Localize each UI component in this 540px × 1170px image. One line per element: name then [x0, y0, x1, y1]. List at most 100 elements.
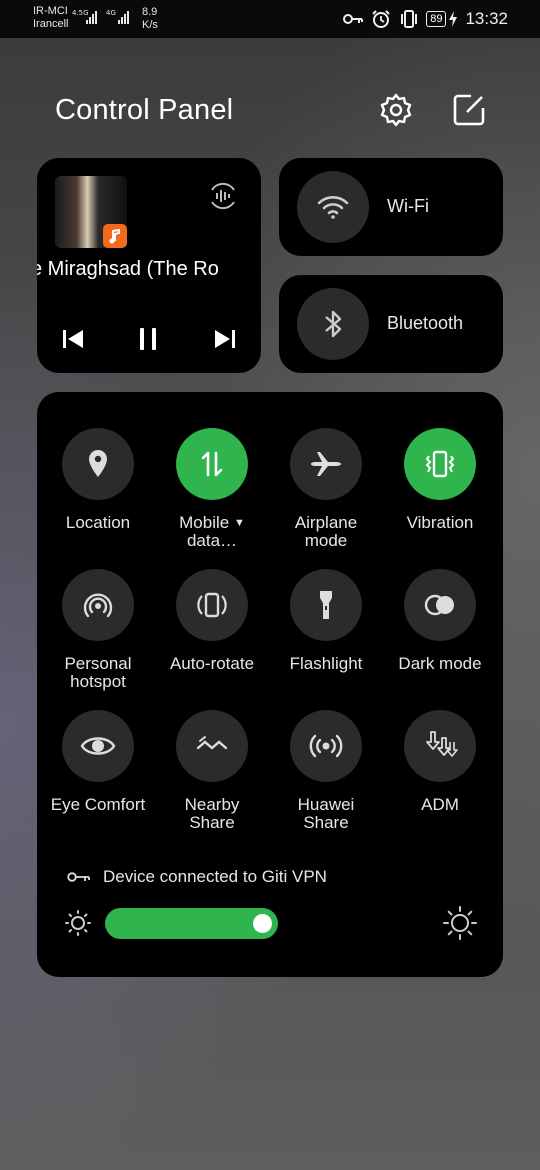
- hotspot-label: Personal hotspot: [41, 655, 155, 691]
- status-bar: IR-MCI Irancell 4.5G 4G 8.9 K/s 89 13:32: [0, 0, 540, 38]
- vibration-circle[interactable]: [404, 428, 476, 500]
- eye-comfort-toggle[interactable]: Eye Comfort: [41, 710, 155, 814]
- huawei-share-toggle[interactable]: Huawei Share: [269, 710, 383, 832]
- dropdown-arrow-icon[interactable]: ▼: [234, 517, 245, 529]
- music-app-icon: [103, 224, 127, 248]
- auto-rotate-circle[interactable]: [176, 569, 248, 641]
- battery-indicator: 89: [426, 11, 458, 27]
- wifi-tile[interactable]: Wi-Fi: [279, 158, 503, 256]
- battery-level: 89: [426, 11, 447, 27]
- next-track-button[interactable]: [207, 322, 241, 356]
- auto-rotate-label: Auto-rotate: [155, 655, 269, 673]
- rotate-icon: [197, 592, 227, 618]
- airplane-label: Airplane mode: [269, 514, 383, 550]
- mobile-data-circle[interactable]: [176, 428, 248, 500]
- flashlight-toggle[interactable]: Flashlight: [269, 569, 383, 673]
- brightness-slider[interactable]: [105, 908, 278, 939]
- vibration-icon: [425, 450, 455, 478]
- mobile-data-icon: [201, 451, 223, 477]
- signal-icon: 4G: [106, 9, 129, 24]
- nearby-share-label: Nearby Share: [155, 796, 269, 832]
- flashlight-label: Flashlight: [269, 655, 383, 673]
- location-text: Location: [65, 513, 131, 532]
- speed-value: 8.9: [142, 6, 158, 18]
- mobile-data-toggle[interactable]: Mobile ▼ data…: [155, 428, 269, 550]
- carrier-2: Irancell: [33, 18, 69, 30]
- adm-circle[interactable]: [404, 710, 476, 782]
- vpn-key-icon: [343, 14, 364, 24]
- song-title: e Miraghsad (The Ro: [37, 258, 261, 288]
- bluetooth-label: Bluetooth: [387, 313, 464, 333]
- media-player-card[interactable]: e Miraghsad (The Ro: [37, 158, 261, 373]
- download-arrows-icon: [426, 731, 458, 757]
- wifi-icon: [317, 196, 349, 219]
- page-title: Control Panel: [55, 94, 234, 126]
- hotspot-toggle[interactable]: Personal hotspot: [41, 569, 155, 691]
- airplane-text-2: mode: [304, 531, 348, 550]
- hotspot-icon: [83, 593, 113, 618]
- key-icon: [67, 872, 90, 882]
- flashlight-circle[interactable]: [290, 569, 362, 641]
- audio-output-icon[interactable]: [205, 178, 241, 214]
- wifi-label: Wi-Fi: [387, 196, 429, 216]
- airplane-circle[interactable]: [290, 428, 362, 500]
- nearby-share-toggle[interactable]: Nearby Share: [155, 710, 269, 832]
- previous-track-button[interactable]: [57, 322, 91, 356]
- adm-text: ADM: [421, 795, 459, 814]
- location-pin-icon: [89, 450, 107, 477]
- vibration-status-icon: [401, 10, 418, 28]
- adm-toggle[interactable]: ADM: [383, 710, 497, 814]
- vibration-label: Vibration: [383, 514, 497, 532]
- airplane-icon: [311, 452, 341, 476]
- dark-mode-circle[interactable]: [404, 569, 476, 641]
- bluetooth-toggle[interactable]: [297, 288, 369, 360]
- brightness-slider-thumb[interactable]: [253, 914, 272, 933]
- pause-button[interactable]: [131, 322, 165, 356]
- dark-mode-toggle[interactable]: Dark mode: [383, 569, 497, 673]
- airplane-mode-toggle[interactable]: Airplane mode: [269, 428, 383, 550]
- bluetooth-tile[interactable]: Bluetooth: [279, 275, 503, 373]
- network-type-1: 4.5G: [72, 9, 89, 17]
- alarm-icon: [372, 10, 390, 28]
- vibration-toggle[interactable]: Vibration: [383, 428, 497, 532]
- auto-rotate-toggle[interactable]: Auto-rotate: [155, 569, 269, 673]
- hotspot-circle[interactable]: [62, 569, 134, 641]
- dark-mode-text: Dark mode: [398, 654, 482, 673]
- mobile-data-text-2: data…: [186, 531, 238, 550]
- mobile-data-label: Mobile ▼ data…: [155, 514, 269, 550]
- nearby-text-2: Share: [189, 813, 235, 832]
- location-toggle[interactable]: Location: [41, 428, 155, 532]
- auto-rotate-text: Auto-rotate: [169, 654, 255, 673]
- network-type-2: 4G: [106, 9, 116, 17]
- status-time: 13:32: [465, 9, 508, 28]
- eye-icon: [80, 737, 116, 755]
- adm-label: ADM: [383, 796, 497, 814]
- status-icons: 89 13:32: [342, 8, 508, 30]
- dark-mode-label: Dark mode: [383, 655, 497, 673]
- huawei-share-circle[interactable]: [290, 710, 362, 782]
- hotspot-text-1: Personal: [64, 654, 132, 673]
- location-label: Location: [41, 514, 155, 532]
- gear-icon[interactable]: [378, 92, 414, 128]
- huawei-text-1: Huawei: [297, 795, 355, 814]
- signal-icon: 4.5G: [72, 9, 97, 24]
- broadcast-icon: [309, 734, 343, 758]
- huawei-text-2: Share: [303, 813, 349, 832]
- airplane-text-1: Airplane: [294, 513, 358, 532]
- edit-icon[interactable]: [451, 92, 487, 128]
- network-speed: 8.9 K/s: [142, 6, 158, 32]
- speed-unit: K/s: [142, 19, 158, 31]
- quick-settings-panel: Location Mobile ▼ data… Airplane mode Vi…: [37, 392, 503, 977]
- nearby-share-circle[interactable]: [176, 710, 248, 782]
- eye-comfort-text: Eye Comfort: [50, 795, 146, 814]
- flashlight-text: Flashlight: [289, 654, 363, 673]
- carrier-info: IR-MCI Irancell: [33, 5, 68, 31]
- brightness-high-icon: [443, 906, 477, 940]
- bluetooth-icon: [325, 310, 342, 338]
- brightness-low-icon: [65, 910, 91, 936]
- location-circle[interactable]: [62, 428, 134, 500]
- huawei-share-label: Huawei Share: [269, 796, 383, 832]
- nearby-share-icon: [196, 736, 228, 750]
- eye-comfort-circle[interactable]: [62, 710, 134, 782]
- wifi-toggle[interactable]: [297, 171, 369, 243]
